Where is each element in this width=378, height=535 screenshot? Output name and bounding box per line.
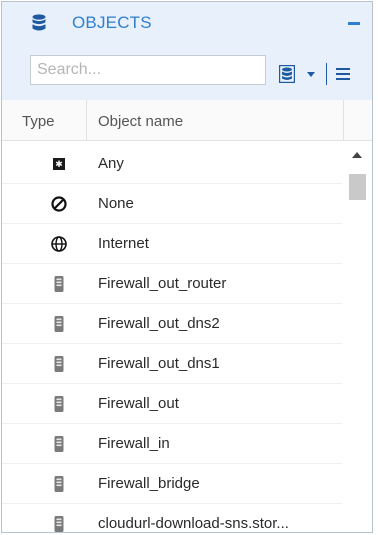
host-icon (54, 396, 64, 412)
object-list: ✱ Any None Internet Firewall_out_router … (2, 144, 342, 532)
hamburger-menu-icon[interactable] (336, 68, 350, 80)
object-name: Firewall_in (98, 435, 170, 452)
host-icon (54, 436, 64, 452)
table-row[interactable]: None (2, 184, 342, 224)
table-row[interactable]: Firewall_out (2, 384, 342, 424)
table-row[interactable]: ✱ Any (2, 144, 342, 184)
column-resize-handle[interactable] (343, 100, 344, 140)
object-name: Internet (98, 235, 149, 252)
svg-text:✱: ✱ (55, 160, 63, 170)
chevron-up-icon[interactable] (352, 152, 362, 158)
table-row[interactable]: Firewall_out_router (2, 264, 342, 304)
table-row[interactable]: Internet (2, 224, 342, 264)
object-name: Any (98, 155, 124, 172)
object-name: Firewall_bridge (98, 475, 200, 492)
database-icon (32, 14, 46, 31)
host-icon (54, 476, 64, 492)
search-toolbar (2, 45, 372, 101)
database-filter-icon[interactable] (279, 65, 295, 83)
object-name: Firewall_out_dns2 (98, 315, 220, 332)
table-row[interactable]: Firewall_bridge (2, 464, 342, 504)
column-resize-handle[interactable] (86, 100, 87, 140)
object-name: Firewall_out_dns1 (98, 355, 220, 372)
object-name: None (98, 195, 134, 212)
object-name: Firewall_out_router (98, 275, 227, 292)
vertical-scrollbar[interactable] (346, 144, 370, 532)
table-row[interactable]: Firewall_out_dns1 (2, 344, 342, 384)
objects-panel: OBJECTS Type Object name ✱ Any (1, 1, 373, 533)
host-icon (54, 356, 64, 372)
table-row[interactable]: cloudurl-download-sns.stor... (2, 504, 342, 532)
search-input[interactable] (30, 55, 266, 85)
grid-header: Type Object name (2, 100, 372, 141)
object-name: cloudurl-download-sns.stor... (98, 515, 289, 532)
column-header-object-name[interactable]: Object name (98, 113, 183, 130)
object-name: Firewall_out (98, 395, 179, 412)
none-icon (51, 196, 67, 212)
any-icon: ✱ (53, 158, 65, 170)
table-row[interactable]: Firewall_out_dns2 (2, 304, 342, 344)
column-header-type[interactable]: Type (22, 113, 55, 130)
host-icon (54, 516, 64, 532)
host-icon (54, 276, 64, 292)
panel-header[interactable]: OBJECTS (2, 2, 372, 46)
globe-icon (51, 236, 67, 252)
toolbar-divider (326, 63, 327, 85)
panel-title: OBJECTS (72, 13, 152, 32)
caret-down-icon[interactable] (307, 72, 315, 77)
table-row[interactable]: Firewall_in (2, 424, 342, 464)
scroll-thumb[interactable] (349, 174, 366, 200)
minus-icon[interactable] (348, 22, 360, 25)
host-icon (54, 316, 64, 332)
